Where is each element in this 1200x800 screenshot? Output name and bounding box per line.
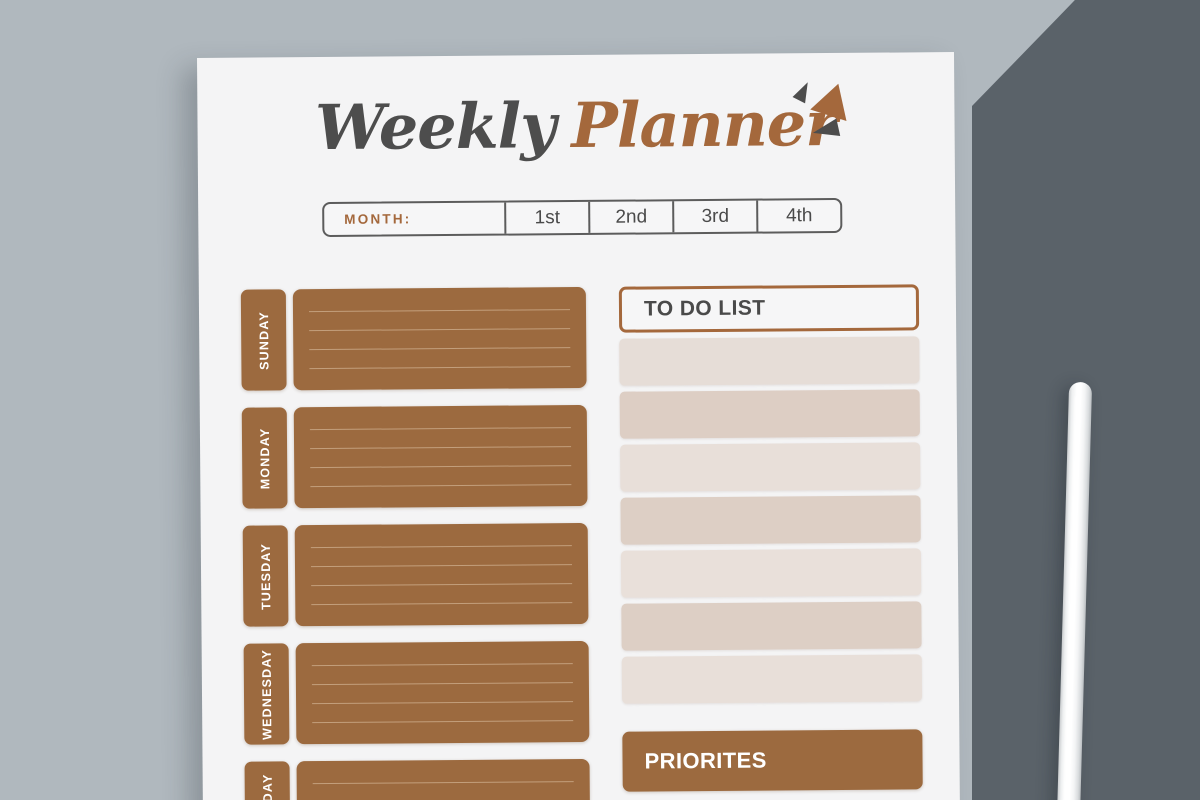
writing-line <box>310 465 572 469</box>
day-notes-monday[interactable] <box>293 404 588 509</box>
writing-line <box>309 427 571 431</box>
day-tab-thursday[interactable]: THURSDAY <box>244 761 291 800</box>
writing-line <box>308 309 570 313</box>
writing-line <box>310 545 572 549</box>
todo-list-header: TO DO LIST <box>618 284 920 333</box>
day-notes-thursday[interactable] <box>296 758 591 800</box>
day-tab-label: TUESDAY <box>258 542 273 610</box>
weekly-planner-sheet: Weekly Planner MONTH: 1st 2nd 3rd 4th SUN… <box>197 52 961 800</box>
day-tab-label: MONDAY <box>257 427 272 489</box>
writing-line <box>311 602 573 606</box>
writing-line <box>310 484 572 488</box>
todo-list-title: TO DO LIST <box>643 296 766 321</box>
writing-line <box>310 446 572 450</box>
day-row: SUNDAY <box>240 286 587 391</box>
todo-row[interactable] <box>620 548 922 598</box>
writing-line <box>309 328 571 332</box>
day-tab-wednesday[interactable]: WEDNESDAY <box>243 643 290 745</box>
writing-line <box>309 347 571 351</box>
title-word-weekly: Weekly <box>314 89 556 165</box>
writing-line <box>312 720 574 724</box>
day-rows-column: SUNDAY MONDAY TUESDAY WEDNESDAY <box>240 286 591 800</box>
todo-row[interactable] <box>621 601 922 651</box>
writing-line <box>311 663 573 667</box>
day-tab-sunday[interactable]: SUNDAY <box>240 289 287 391</box>
week-option-1[interactable]: 1st <box>504 201 589 234</box>
week-option-4[interactable]: 4th <box>756 199 841 232</box>
todo-row[interactable] <box>620 495 921 545</box>
writing-line <box>312 781 574 785</box>
day-notes-sunday[interactable] <box>292 286 587 391</box>
triangle-large-brown-icon <box>810 78 857 121</box>
day-tab-tuesday[interactable]: TUESDAY <box>242 525 289 627</box>
day-row: WEDNESDAY <box>243 640 590 745</box>
priorities-title: PRIORITES <box>644 747 767 774</box>
month-selector-bar[interactable]: MONTH: 1st 2nd 3rd 4th <box>322 197 843 238</box>
day-tab-label: SUNDAY <box>256 310 271 370</box>
triangle-arrow-dark-icon <box>810 118 841 142</box>
priorities-header: PRIORITES <box>622 729 923 792</box>
day-row: MONDAY <box>241 404 588 509</box>
day-tab-label: THURSDAY <box>260 773 275 800</box>
day-notes-tuesday[interactable] <box>294 522 589 627</box>
month-field[interactable]: MONTH: <box>324 203 504 235</box>
day-tab-monday[interactable]: MONDAY <box>241 407 288 509</box>
planner-mockup-scene: Weekly Planner MONTH: 1st 2nd 3rd 4th SUN… <box>0 0 1200 800</box>
writing-line <box>311 583 573 587</box>
writing-line <box>311 682 573 686</box>
day-row: TUESDAY <box>242 522 589 627</box>
todo-row[interactable] <box>620 442 921 492</box>
title-accent-group <box>792 78 873 156</box>
todo-column: TO DO LIST PRIORITES <box>618 284 923 792</box>
todo-row[interactable] <box>621 654 923 704</box>
week-option-2[interactable]: 2nd <box>588 201 673 233</box>
day-tab-label: WEDNESDAY <box>259 648 274 740</box>
month-label: MONTH: <box>344 211 412 227</box>
day-notes-wednesday[interactable] <box>295 640 590 745</box>
todo-row[interactable] <box>619 389 920 439</box>
writing-line <box>312 701 574 705</box>
week-option-3[interactable]: 3rd <box>672 200 757 233</box>
triangle-small-dark-icon <box>792 79 815 104</box>
writing-line <box>309 366 571 370</box>
writing-line <box>310 564 572 568</box>
day-row: THURSDAY <box>244 758 591 800</box>
todo-row[interactable] <box>619 336 920 386</box>
